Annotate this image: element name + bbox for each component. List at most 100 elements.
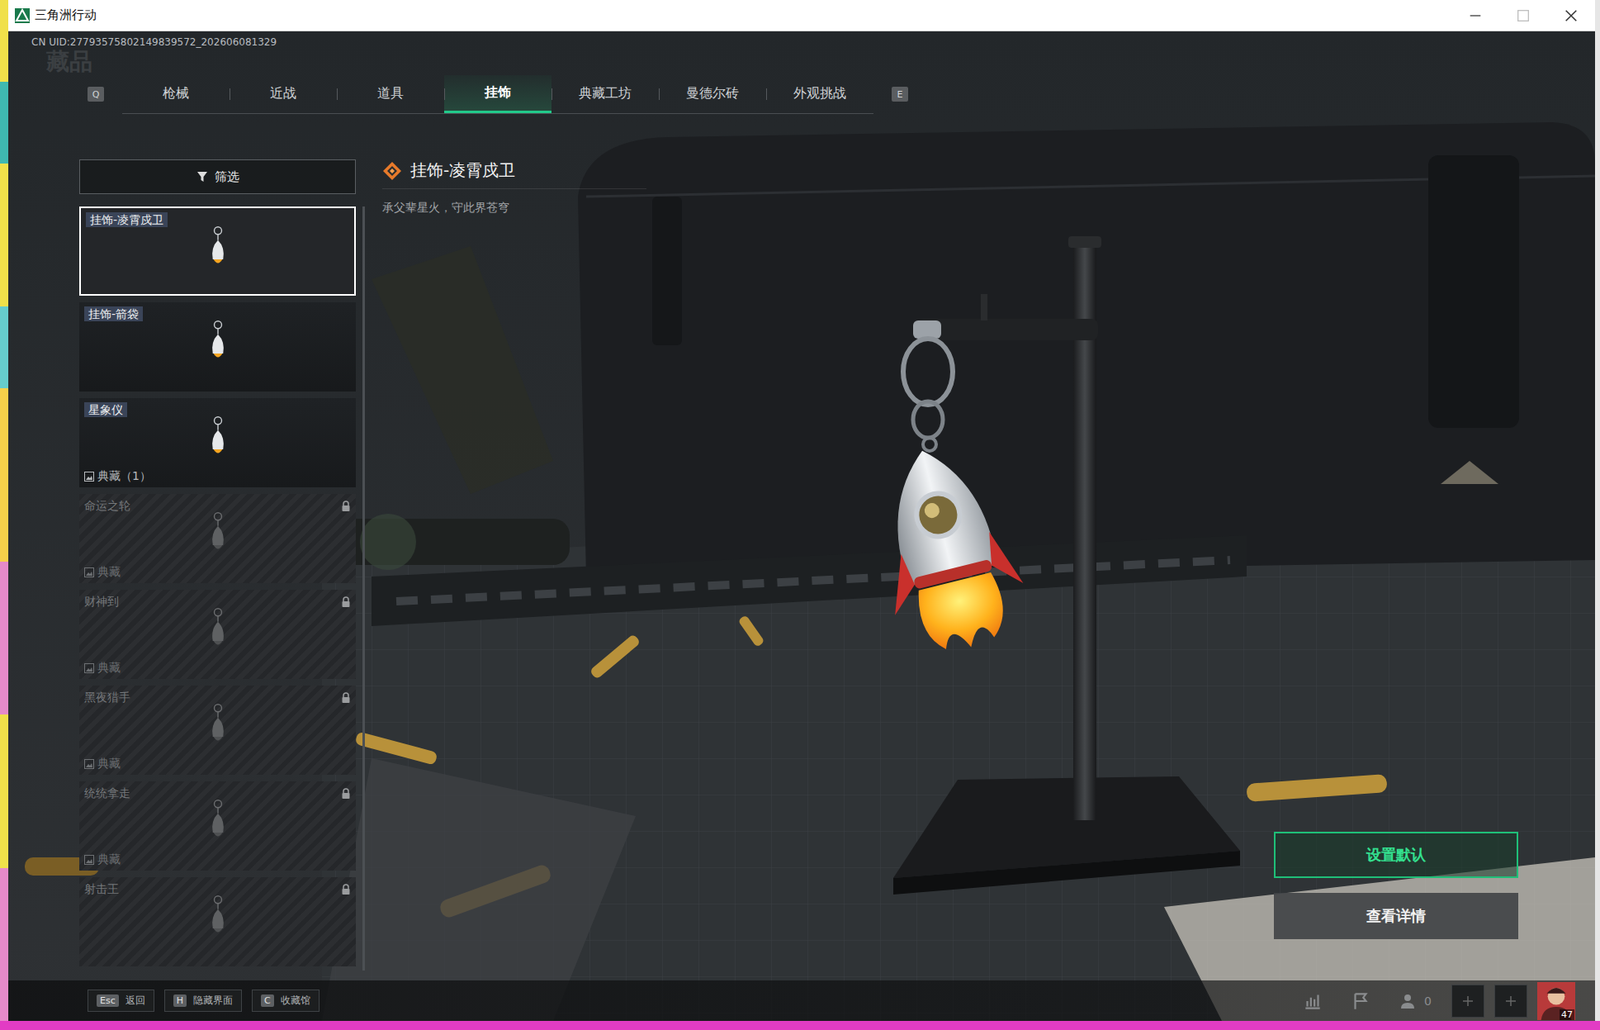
tab[interactable]: 典藏工坊 [551,75,659,114]
invite-slot[interactable] [1451,984,1485,1018]
lock-icon [340,787,351,800]
item-tag-text: 典藏（1） [97,468,152,484]
item-tag: 典藏 [84,852,121,867]
charm-icon [203,798,233,840]
item-card[interactable]: 财神到典藏 [79,589,356,679]
plus-icon [1504,994,1518,1008]
filter-button[interactable]: 筛选 [79,159,356,195]
picture-icon [84,758,95,769]
stats-chart-icon[interactable] [1301,989,1324,1012]
hint-label: 收藏馆 [280,993,311,1008]
key-hint[interactable]: H 隐藏界面 [164,989,242,1012]
hint-key: H [173,994,187,1007]
item-list-wrap: 挂饰-凌霄戍卫挂饰-箭袋星象仪典藏（1）命运之轮典藏财神到典藏黑夜猎手典藏统统拿… [79,206,365,971]
desktop: 三角洲行动CN UID:27793575802149839572_2026060… [0,0,1600,1021]
item-tag-text: 典藏 [97,756,121,772]
picture-icon [84,854,95,865]
item-card[interactable]: 挂饰-凌霄戍卫 [79,206,356,296]
item-tag: 典藏 [84,564,121,580]
item-tag: 典藏 [84,660,121,676]
invite-slot[interactable] [1494,984,1528,1018]
maximize-icon[interactable] [1499,0,1548,32]
lock-icon [340,691,351,704]
desktop-taskbar [0,1020,1600,1030]
game-area: CN UID:27793575802149839572_202606081329… [8,31,1596,1021]
next-tab-key[interactable]: E [891,86,909,102]
item-name: 命运之轮 [84,497,131,513]
item-tag: 典藏 [84,756,121,772]
plus-icon [1461,994,1475,1008]
charm-icon [203,415,233,457]
uid-label: CN UID:27793575802149839572_202606081329 [31,35,1596,49]
tab[interactable]: 近战 [229,75,337,114]
item-card[interactable]: 命运之轮典藏 [79,493,356,583]
item-tag-text: 典藏 [97,852,121,867]
tab-bar: Q 枪械近战道具挂饰典藏工坊曼德尔砖外观挑战 E [87,75,1596,114]
key-hint[interactable]: C收藏馆 [251,989,320,1012]
item-tag-text: 典藏 [97,660,121,676]
lock-icon [340,596,351,608]
item-name: 射击王 [84,880,119,896]
item-tag-text: 典藏 [97,564,121,580]
item-name: 黑夜猎手 [84,689,131,705]
detail-header: 挂饰-凌霄戍卫 [382,159,647,190]
item-list: 挂饰-凌霄戍卫挂饰-箭袋星象仪典藏（1）命运之轮典藏财神到典藏黑夜猎手典藏统统拿… [79,206,356,971]
people-icon [1399,990,1420,1011]
item-card[interactable]: 星象仪典藏（1） [79,397,356,488]
player-avatar[interactable]: 47 [1537,981,1576,1020]
charm-icon [203,894,233,936]
item-name: 统统拿走 [84,785,131,800]
item-card[interactable]: 挂饰-箭袋 [79,302,356,392]
item-panel: 筛选挂饰-凌霄戍卫挂饰-箭袋星象仪典藏（1）命运之轮典藏财神到典藏黑夜猎手典藏统… [79,159,365,980]
title-bar: 三角洲行动 [8,0,1596,32]
picture-icon [84,567,95,578]
item-card[interactable]: 统统拿走典藏 [79,781,356,871]
tab[interactable]: 枪械 [122,75,230,114]
flag-icon[interactable] [1349,989,1372,1012]
close-icon[interactable] [1547,0,1596,32]
game-window: 三角洲行动CN UID:27793575802149839572_2026060… [8,0,1596,1021]
hint-label: 隐藏界面 [193,993,233,1008]
list-scrollbar[interactable] [362,206,365,971]
item-name: 财神到 [84,593,119,609]
lock-icon [340,500,351,512]
tab[interactable]: 曼德尔砖 [658,75,767,114]
rarity-diamond-icon [382,160,403,181]
hint-key: Esc [96,994,119,1007]
tab[interactable]: 外观挑战 [766,75,874,114]
logo-icon [14,8,30,24]
minimize-icon[interactable] [1451,0,1500,32]
tab[interactable]: 挂饰 [444,75,552,114]
page-watermark: 藏品 [46,48,1596,76]
tabs: 枪械近战道具挂饰典藏工坊曼德尔砖外观挑战 [122,75,874,114]
charm-icon [203,606,233,649]
friends-indicator[interactable]: 0 [1399,990,1432,1011]
collection-screen: CN UID:27793575802149839572_202606081329… [8,31,1596,1021]
funnel-icon [196,170,209,183]
player-level: 47 [1559,1008,1575,1020]
item-name: 星象仪 [84,402,128,417]
action-buttons: 设置默认查看详情 [1273,831,1519,939]
main-content: 筛选挂饰-凌霄戍卫挂饰-箭袋星象仪典藏（1）命运之轮典藏财神到典藏黑夜猎手典藏统… [8,159,1596,980]
item-card[interactable]: 射击王 [79,876,356,966]
tab[interactable]: 道具 [336,75,445,114]
desktop-strip [1595,0,1600,1021]
friends-count: 0 [1424,994,1432,1008]
item-card[interactable]: 黑夜猎手典藏 [79,685,356,775]
action-button[interactable]: 设置默认 [1273,831,1519,878]
item-name: 挂饰-凌霄戍卫 [85,212,168,228]
detail-title: 挂饰-凌霄戍卫 [410,159,516,182]
key-hint[interactable]: Esc 返回 [87,989,155,1012]
detail-panel: 挂饰-凌霄戍卫承父辈星火，守此界苍穹设置默认查看详情 [382,159,1596,980]
charm-icon [203,319,233,361]
detail-description: 承父辈星火，守此界苍穹 [382,200,1596,216]
prev-tab-key[interactable]: Q [87,86,105,102]
charm-icon [203,225,233,267]
picture-icon [84,471,95,482]
filter-label: 筛选 [214,169,240,185]
hint-label: 返回 [125,993,146,1008]
lock-icon [340,883,351,895]
bottom-bar: Esc 返回 H 隐藏界面 C收藏馆 0 47 [8,979,1596,1021]
action-button[interactable]: 查看详情 [1273,892,1519,939]
item-tag: 典藏（1） [84,468,152,484]
